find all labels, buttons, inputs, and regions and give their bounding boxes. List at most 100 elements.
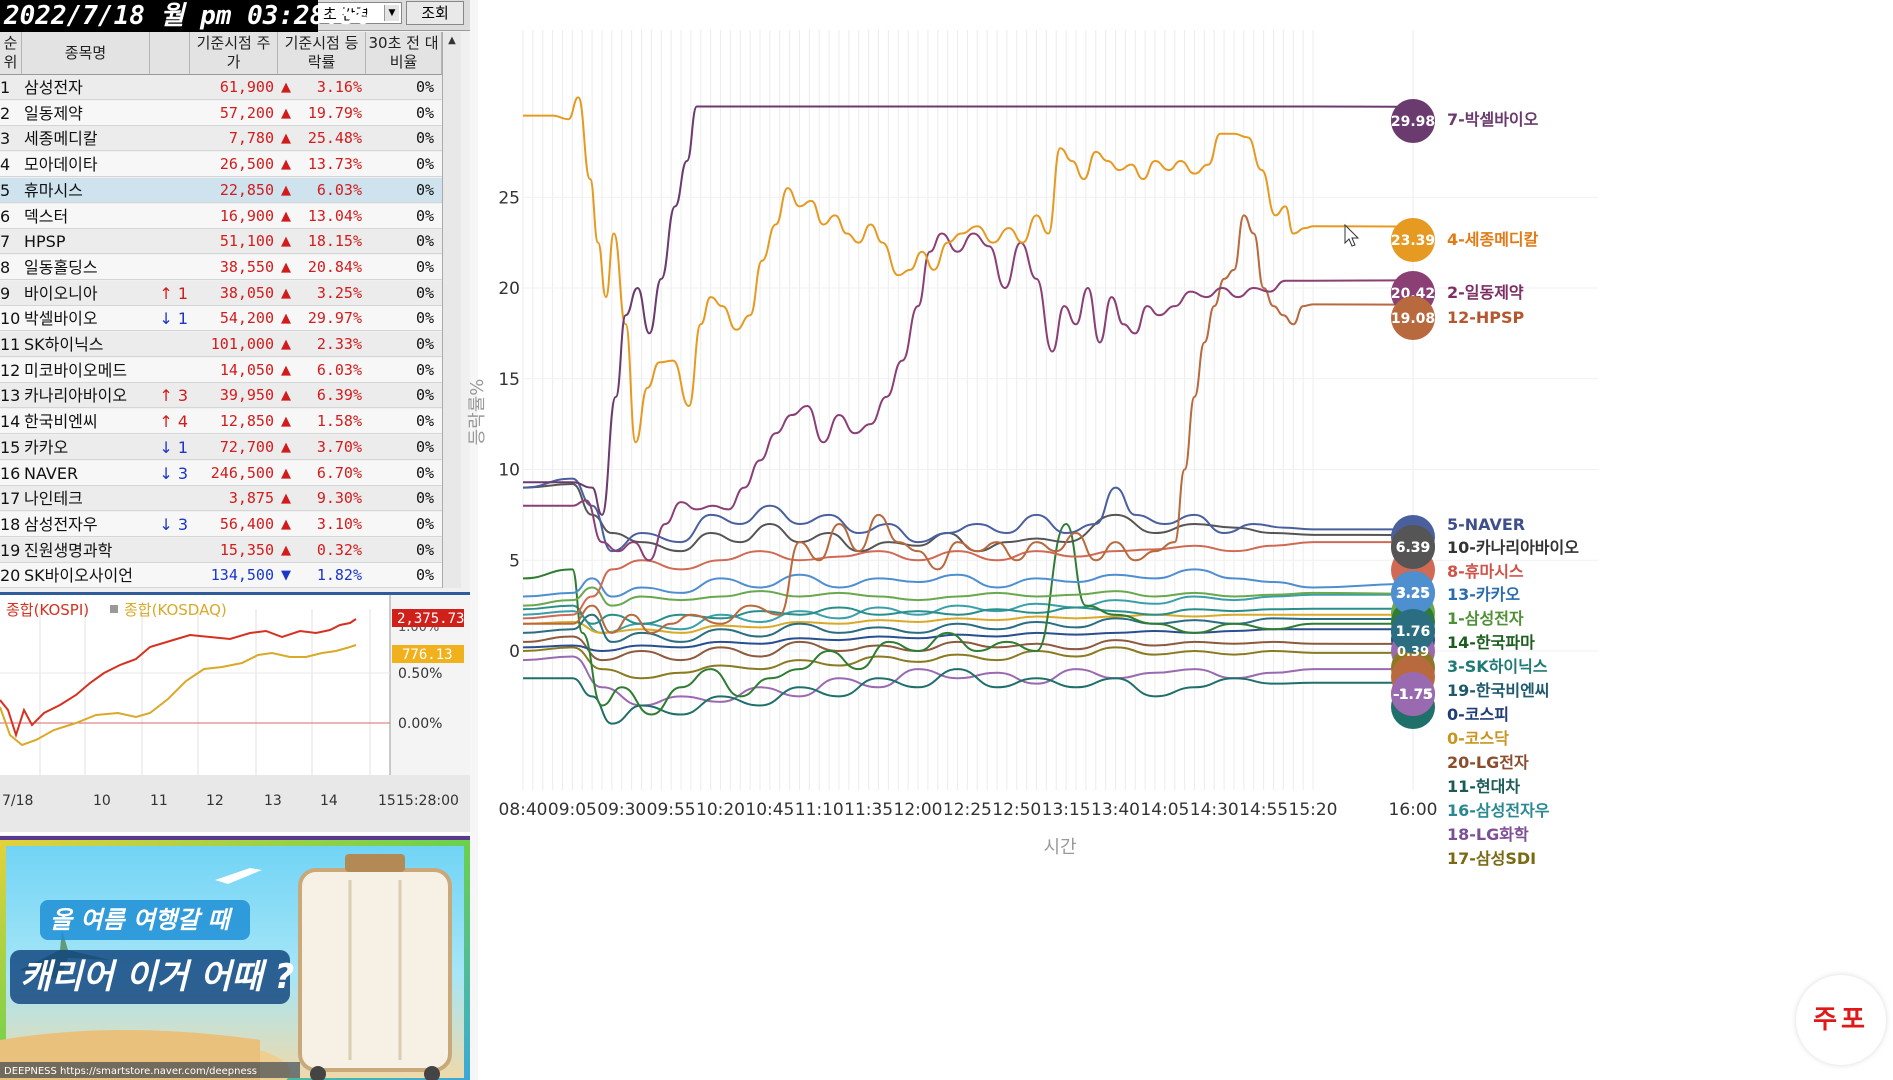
price-cell: 38,050	[219, 283, 274, 302]
table-row[interactable]: 7 HPSP 51,100 ▲ 18.15% 0%	[0, 229, 442, 255]
rank-cell: 11	[0, 335, 20, 354]
series-end-label: 20-LG전자	[1447, 753, 1529, 772]
rate-line-chart: 08:40 09:05 09:30 09:55 10:20 10:45 11:10 11:35…	[467, 30, 1598, 868]
triangle-up-icon: ▲	[281, 285, 291, 301]
column-header-name[interactable]: 종목명	[22, 32, 150, 74]
table-row[interactable]: 19 진원생명과학 15,350 ▲ 0.32% 0%	[0, 537, 442, 563]
triangle-up-icon: ▲	[281, 439, 291, 455]
table-row[interactable]: 8 일동홀딩스 38,550 ▲ 20.84% 0%	[0, 254, 442, 280]
price-cell: 7,780	[228, 129, 274, 148]
table-row[interactable]: 6 덱스터 16,900 ▲ 13.04% 0%	[0, 203, 442, 229]
table-row[interactable]: 10 박셀바이오 ↓ 1 54,200 ▲ 29.97% 0%	[0, 306, 442, 332]
table-row[interactable]: 13 카나리아바이오 ↑ 3 39,950 ▲ 6.39% 0%	[0, 383, 442, 409]
change-30s-cell: 0%	[415, 566, 434, 585]
table-row[interactable]: 11 SK하이닉스 101,000 ▲ 2.33% 0%	[0, 332, 442, 357]
change-30s-cell: 0%	[415, 78, 434, 96]
change-30s-cell: 0%	[415, 283, 434, 302]
x-tick-label: 12:50	[992, 800, 1041, 820]
query-button[interactable]: 조회	[406, 1, 464, 25]
end-bubble-value: 1.76	[1396, 624, 1431, 640]
rate-cell: 3.25%	[316, 283, 362, 302]
rate-cell: 1.82%	[316, 566, 362, 585]
rate-cell: 25.48%	[307, 129, 362, 148]
rank-change-cell: ↑ 4	[159, 412, 188, 432]
stock-name-cell: SK바이오사이언	[24, 566, 133, 586]
triangle-up-icon: ▲	[281, 80, 291, 95]
table-row[interactable]: 9 바이오니아 ↑ 1 38,050 ▲ 3.25% 0%	[0, 280, 442, 306]
stock-name-cell: 삼성전자우	[24, 514, 98, 534]
chevron-down-icon[interactable]: ▼	[384, 5, 399, 21]
table-row[interactable]: 18 삼성전자우 ↓ 3 56,400 ▲ 3.10% 0%	[0, 511, 442, 537]
table-row[interactable]: 20 SK바이오사이언 134,500 ▼ 1.82% 0%	[0, 563, 442, 589]
rank-cell: 14	[0, 412, 20, 432]
series-end-label: 7-박셀바이오	[1447, 110, 1539, 129]
end-bubble-value: 29.98	[1391, 114, 1435, 130]
stock-name-cell: SK하이닉스	[24, 335, 104, 354]
column-header-rank[interactable]: 순위	[0, 32, 22, 74]
change-30s-cell: 0%	[415, 232, 434, 251]
table-row[interactable]: 16 NAVER ↓ 3 246,500 ▲ 6.70% 0%	[0, 460, 442, 486]
column-header-rate[interactable]: 기준시점 등락률	[278, 32, 366, 74]
table-row[interactable]: 15 카카오 ↓ 1 72,700 ▲ 3.70% 0%	[0, 434, 442, 460]
change-30s-cell: 0%	[415, 489, 434, 508]
triangle-up-icon: ▲	[281, 131, 291, 147]
stock-name-cell: 일동홀딩스	[24, 257, 98, 277]
rate-cell: 3.10%	[316, 514, 362, 533]
triangle-up-icon: ▲	[281, 414, 291, 430]
clock-display: 2022/7/18 월 pm 03:28:50	[0, 0, 372, 32]
table-row[interactable]: 12 미코바이오메드 14,050 ▲ 6.03% 0%	[0, 357, 442, 383]
rank-change-cell	[152, 255, 188, 280]
rank-cell: 4	[0, 155, 11, 175]
rank-change-cell	[152, 101, 188, 126]
ad-banner[interactable]: 올 여름 여행갈 때 캐리어 이거 어때 ? DEEPNESS https://…	[0, 836, 470, 1080]
index-mini-chart-svg: 7/18 10 11 12 13 14 15 15:28:000.50%0.00%1.00%2…	[0, 595, 470, 832]
triangle-up-icon: ▲	[281, 542, 291, 558]
column-header-30s[interactable]: 30초 전 대비율	[366, 32, 442, 74]
rank-change-cell	[152, 563, 188, 588]
series-line	[522, 568, 1414, 598]
rank-change-cell	[152, 152, 188, 177]
scroll-up-icon[interactable]: ▲	[443, 32, 461, 50]
rate-cell: 29.97%	[307, 309, 362, 328]
price-cell: 14,050	[219, 360, 274, 379]
stock-name-cell: HPSP	[24, 232, 66, 252]
column-header-price[interactable]: 기준시점 주가	[190, 32, 278, 74]
rank-cell: 15	[0, 437, 20, 457]
rank-change-cell: ↑ 1	[159, 283, 188, 303]
rank-cell: 5	[0, 180, 11, 200]
end-bubble-value: 19.08	[1391, 311, 1435, 327]
table-row[interactable]: 3 세종메디칼 7,780 ▲ 25.48% 0%	[0, 126, 442, 152]
stock-name-cell: 한국비엔씨	[24, 412, 98, 432]
table-row[interactable]: 2 일동제약 57,200 ▲ 19.79% 0%	[0, 100, 442, 126]
triangle-up-icon: ▲	[281, 105, 291, 121]
x-tick-label: 08:40	[499, 800, 548, 820]
table-scrollbar[interactable]: ▲	[442, 32, 461, 588]
column-header-change[interactable]	[150, 32, 190, 74]
index-mini-chart: 7/18 10 11 12 13 14 15 15:28:00 0.50% 0.00% 1.00% 2…	[0, 592, 470, 835]
rate-cell: 13.73%	[307, 155, 362, 174]
table-row[interactable]: 5 휴마시스 22,850 ▲ 6.03% 0%	[0, 177, 442, 203]
stock-name-cell: NAVER	[24, 463, 79, 483]
stock-name-cell: 바이오니아	[24, 283, 98, 303]
rank-change-cell	[152, 538, 188, 563]
change-30s-cell: 0%	[415, 309, 434, 328]
price-cell: 134,500	[210, 566, 274, 585]
price-cell: 56,400	[219, 514, 274, 533]
change-30s-cell: 0%	[415, 437, 434, 456]
triangle-up-icon: ▲	[281, 337, 291, 352]
price-cell: 246,500	[210, 463, 274, 482]
series-end-label: 8-휴마시스	[1447, 562, 1524, 581]
price-cell: 12,850	[219, 412, 274, 431]
series-end-label: 0-코스피	[1447, 705, 1509, 724]
series-end-label: 18-LG화학	[1447, 825, 1529, 844]
change-30s-cell: 0%	[415, 206, 434, 225]
x-tick-label: 09:55	[647, 800, 696, 820]
y-tick-label: 5	[509, 551, 520, 571]
legend-kospi: 종합(KOSPI)	[6, 601, 89, 619]
table-row[interactable]: 1 삼성전자 61,900 ▲ 3.16% 0%	[0, 75, 442, 100]
table-row[interactable]: 4 모아데이타 26,500 ▲ 13.73% 0%	[0, 152, 442, 178]
end-bubble-value: 3.25	[1397, 586, 1429, 601]
ranking-toolbar: 2022/7/18 월 pm 03:28:50 초 간격 ▼ 조회	[0, 0, 470, 32]
table-row[interactable]: 14 한국비엔씨 ↑ 4 12,850 ▲ 1.58% 0%	[0, 409, 442, 435]
table-row[interactable]: 17 나인테크 3,875 ▲ 9.30% 0%	[0, 486, 442, 512]
